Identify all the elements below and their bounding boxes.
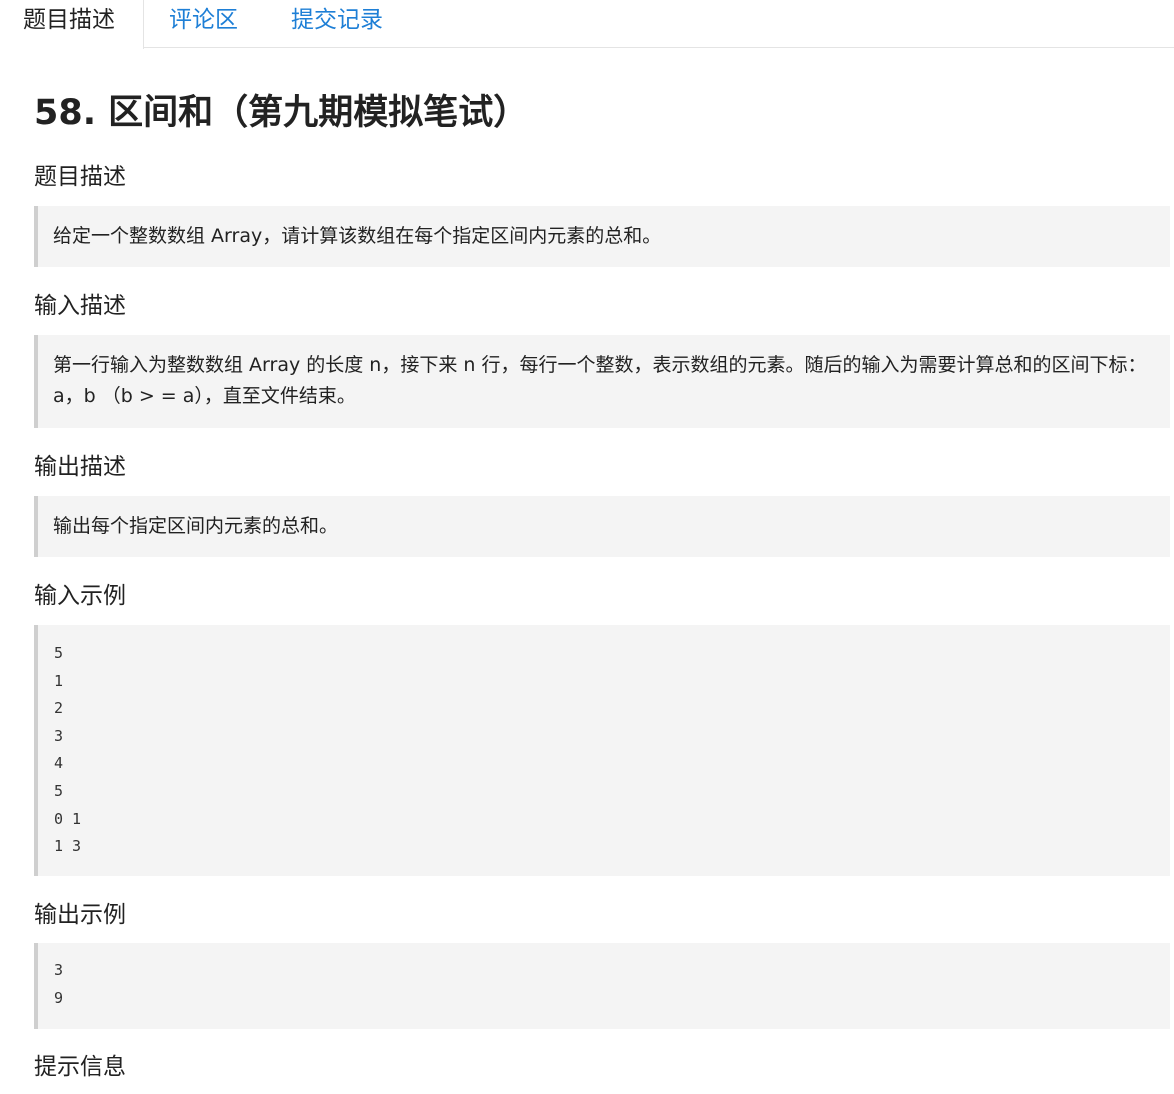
code-line: 1 3 — [54, 837, 82, 856]
output-description-block: 输出每个指定区间内元素的总和。 — [34, 496, 1170, 557]
output-example-heading: 输出示例 — [34, 902, 126, 928]
input-example-block: 5 1 2 3 4 5 0 1 1 3 — [34, 625, 1170, 876]
description-block: 给定一个整数数组 Array，请计算该数组在每个指定区间内元素的总和。 — [34, 206, 1170, 267]
code-line: 2 — [54, 699, 64, 718]
input-example-code: 5 1 2 3 4 5 0 1 1 3 — [38, 640, 1170, 861]
code-line: 4 — [54, 754, 64, 773]
output-example-block: 39 — [34, 943, 1170, 1029]
input-description-text: 第一行输入为整数数组 Array 的长度 n，接下来 n 行，每行一个整数，表示… — [53, 354, 1147, 407]
input-description-block: 第一行输入为整数数组 Array 的长度 n，接下来 n 行，每行一个整数，表示… — [34, 335, 1170, 428]
code-line: 5 — [54, 644, 64, 662]
tab-comments[interactable]: 评论区 — [169, 0, 238, 48]
description-text: 给定一个整数数组 Array，请计算该数组在每个指定区间内元素的总和。 — [53, 225, 662, 247]
input-example-heading: 输入示例 — [34, 583, 126, 609]
problem-title: 58. 区间和（第九期模拟笔试） — [34, 93, 529, 133]
hint-heading: 提示信息 — [34, 1054, 126, 1080]
code-line: 3 — [54, 961, 64, 979]
description-heading: 题目描述 — [34, 164, 126, 190]
output-description-heading: 输出描述 — [34, 454, 126, 480]
code-line: 5 — [54, 781, 64, 800]
code-line: 3 — [54, 726, 64, 745]
tab-submissions[interactable]: 提交记录 — [291, 0, 383, 48]
tab-bar: 题目描述 评论区 提交记录 — [0, 0, 1174, 49]
input-description-heading: 输入描述 — [34, 293, 126, 319]
code-line: 1 — [54, 671, 64, 690]
code-line: 9 — [54, 988, 64, 1007]
tab-description[interactable]: 题目描述 — [0, 0, 144, 49]
code-line: 0 1 — [54, 809, 82, 828]
output-description-text: 输出每个指定区间内元素的总和。 — [53, 515, 339, 537]
output-example-code: 39 — [38, 957, 1170, 1012]
